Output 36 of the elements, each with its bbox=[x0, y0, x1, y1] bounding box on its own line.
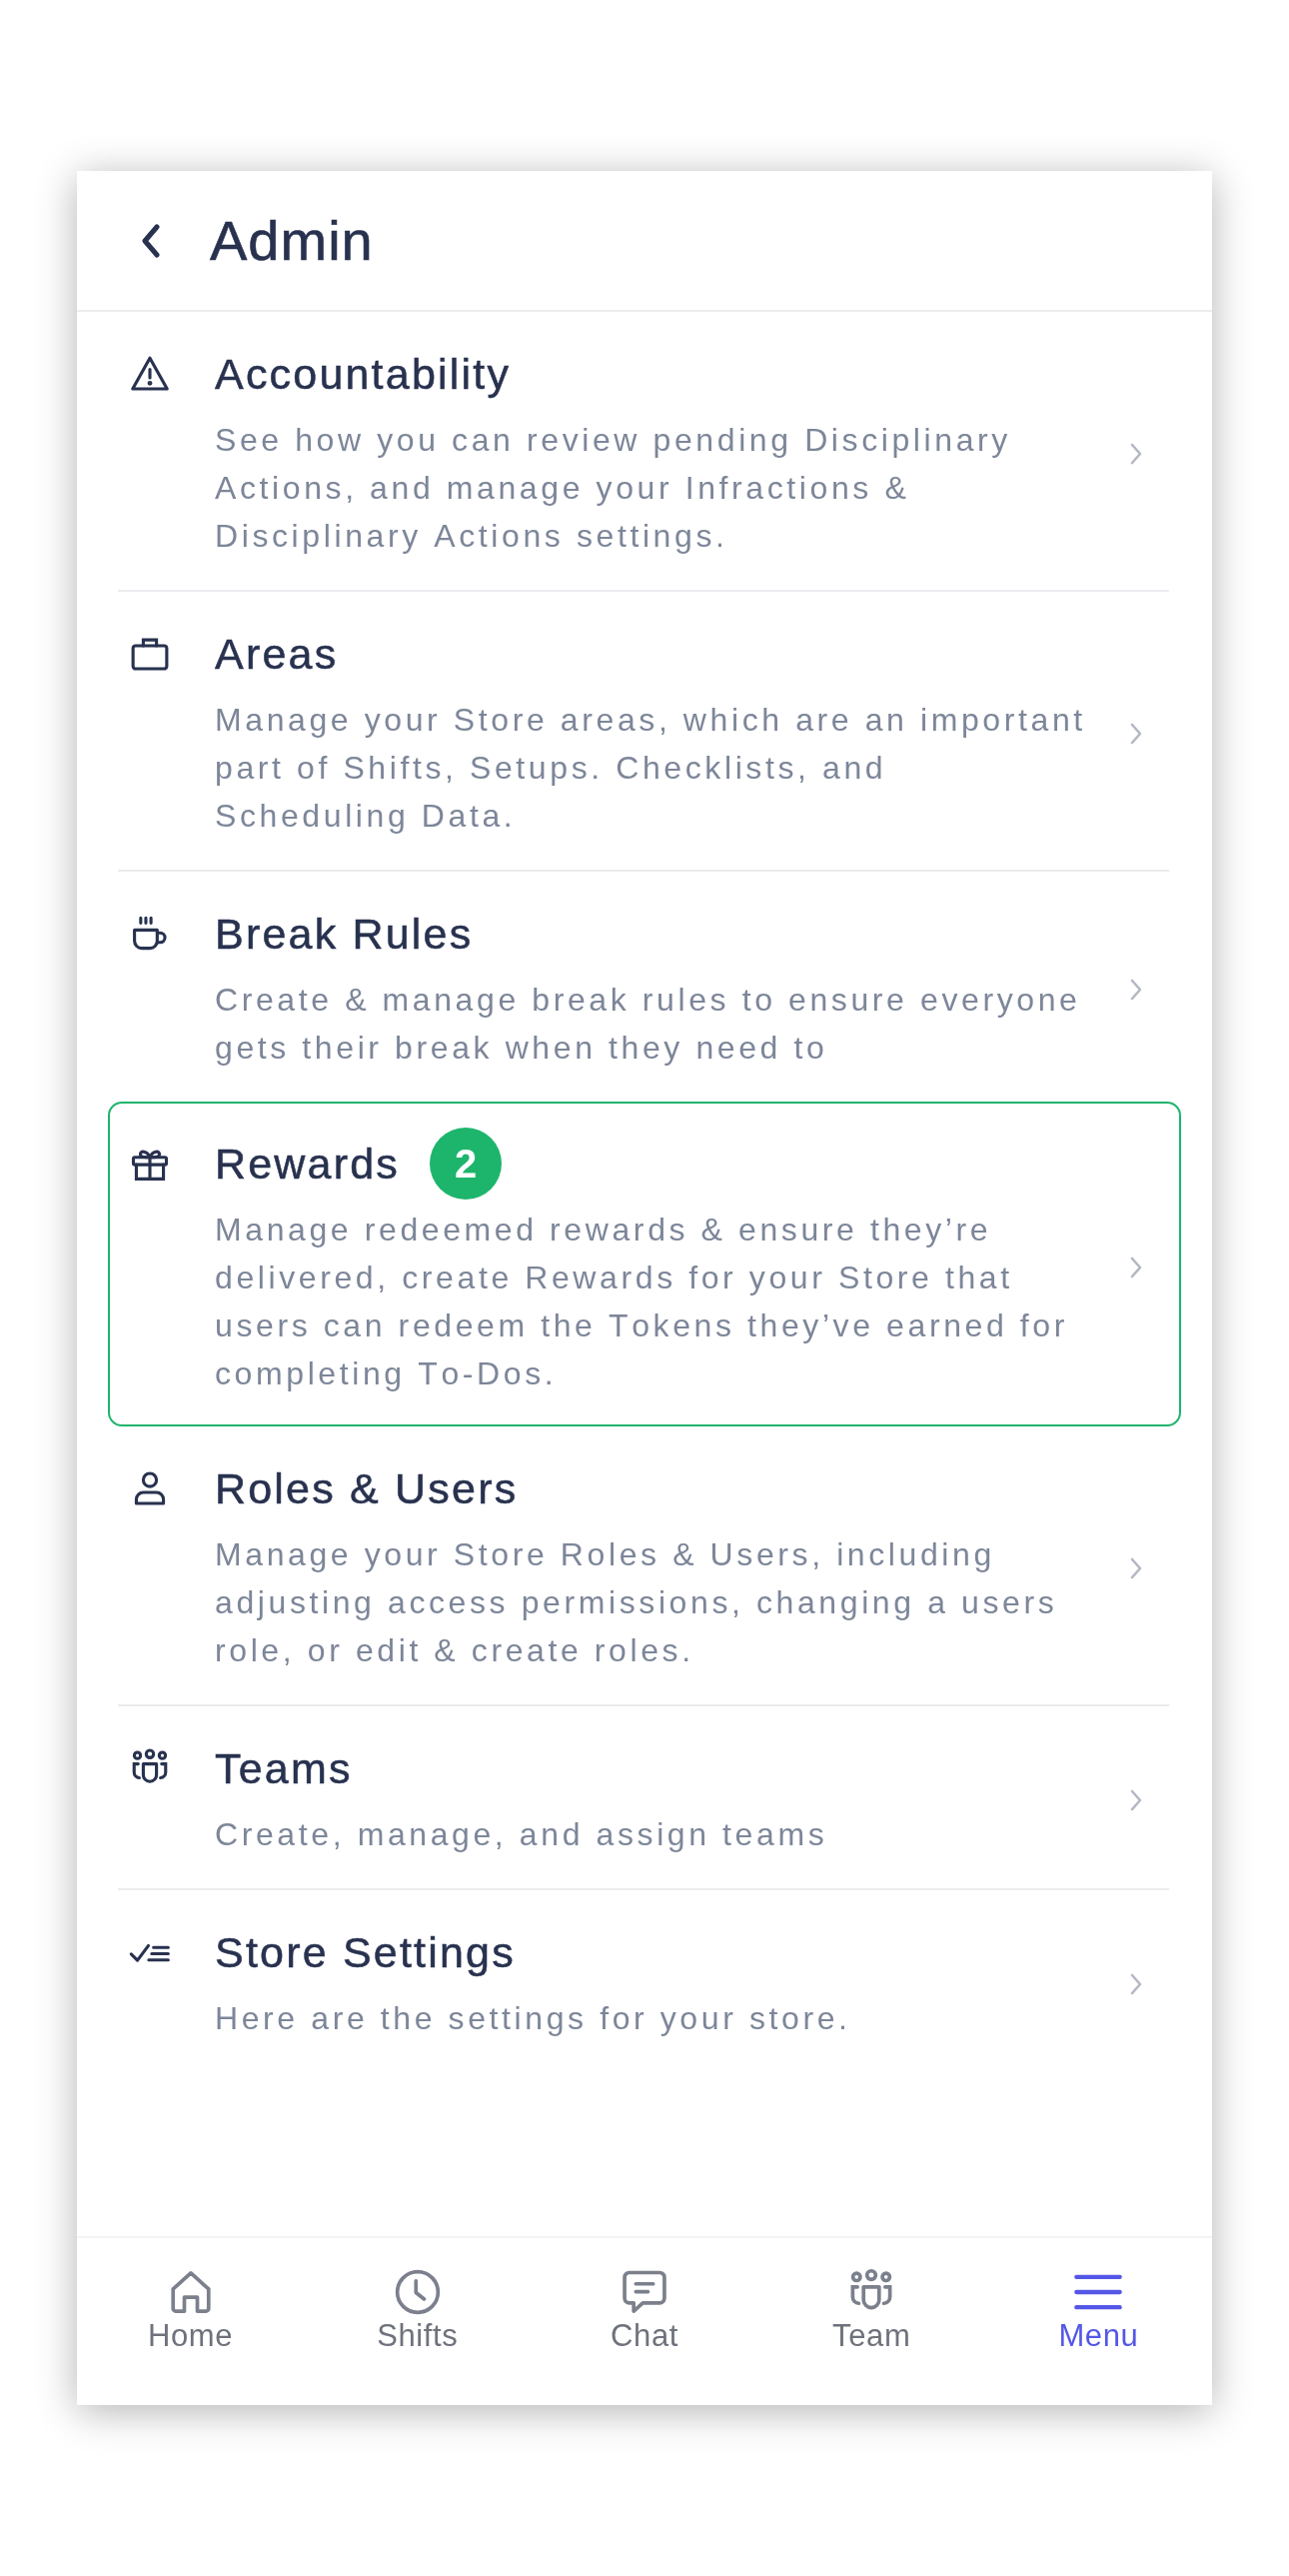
tab-bar-item[interactable]: Home bbox=[77, 2238, 305, 2405]
chevron-right-icon bbox=[1129, 1556, 1143, 1580]
menu-item[interactable]: Areas Manage your Store areas, which are an important part of Shifts, Setups. Checklists, and Scheduling Data. bbox=[118, 592, 1169, 870]
page-title: Admin bbox=[210, 212, 374, 269]
chevron-right-icon bbox=[1129, 1788, 1143, 1812]
back-icon[interactable] bbox=[140, 222, 162, 259]
menu-item[interactable]: Accountability See how you can review pending Disciplinary Actions, and manage your Infractions & Disciplinary Actions settings. bbox=[118, 312, 1169, 590]
menu-item[interactable]: Teams Create, manage, and assign teams bbox=[118, 1706, 1169, 1888]
item-title: Roles & Users bbox=[215, 1463, 519, 1514]
tab-bar-item[interactable]: Menu bbox=[984, 2238, 1212, 2405]
tab-bar-item[interactable]: Team bbox=[757, 2238, 985, 2405]
item-description: Create & manage break rules to ensure everyone gets their break when they need to bbox=[215, 981, 1082, 1068]
menu-item[interactable]: Rewards 2 Manage redeemed rewards & ensure they’re delivered, create Rewards for your Store that users can redeem the Tokens they’ve earned for completing To-Dos. bbox=[108, 1102, 1181, 1426]
item-title: Teams bbox=[215, 1743, 353, 1794]
tab-bar-item[interactable]: Chat bbox=[531, 2238, 758, 2405]
item-description: Manage redeemed rewards & ensure they’re delivered, create Rewards for your Store that users can redeem the Tokens they’ve earned for completing To-Dos. bbox=[215, 1211, 1069, 1393]
chevron-right-icon bbox=[1129, 442, 1143, 466]
item-title: Rewards bbox=[215, 1139, 401, 1190]
menu-item[interactable]: Break Rules Create & manage break rules to ensure everyone gets their break when they need to bbox=[118, 872, 1169, 1102]
menu-item[interactable]: Store Settings Here are the settings for your store. bbox=[118, 1890, 1169, 2072]
item-description: Manage your Store areas, which are an important part of Shifts, Setups. Checklists, and Scheduling Data. bbox=[215, 701, 1087, 836]
item-description: Here are the settings for your store. bbox=[215, 1999, 852, 2038]
chevron-right-icon bbox=[1129, 1972, 1143, 1996]
item-title: Store Settings bbox=[215, 1927, 516, 1978]
chevron-right-icon bbox=[1129, 722, 1143, 746]
item-title: Break Rules bbox=[215, 909, 474, 960]
item-title: Accountability bbox=[215, 349, 512, 400]
tab-bar-item[interactable]: Shifts bbox=[304, 2238, 532, 2405]
menu-item[interactable]: Roles & Users Manage your Store Roles & Users, including adjusting access permissions, changing a users role, or edit & create roles. bbox=[118, 1426, 1169, 1704]
chevron-right-icon bbox=[1129, 978, 1143, 1002]
item-description: Create, manage, and assign teams bbox=[215, 1815, 829, 1854]
item-title: Areas bbox=[215, 629, 339, 680]
chevron-right-icon bbox=[1129, 1256, 1143, 1280]
item-description: See how you can review pending Disciplinary Actions, and manage your Infractions & Disciplinary Actions settings. bbox=[215, 421, 1012, 556]
step-badge: 2 bbox=[430, 1128, 503, 1200]
item-description: Manage your Store Roles & Users, including adjusting access permissions, changing a users role, or edit & create roles. bbox=[215, 1535, 1059, 1670]
